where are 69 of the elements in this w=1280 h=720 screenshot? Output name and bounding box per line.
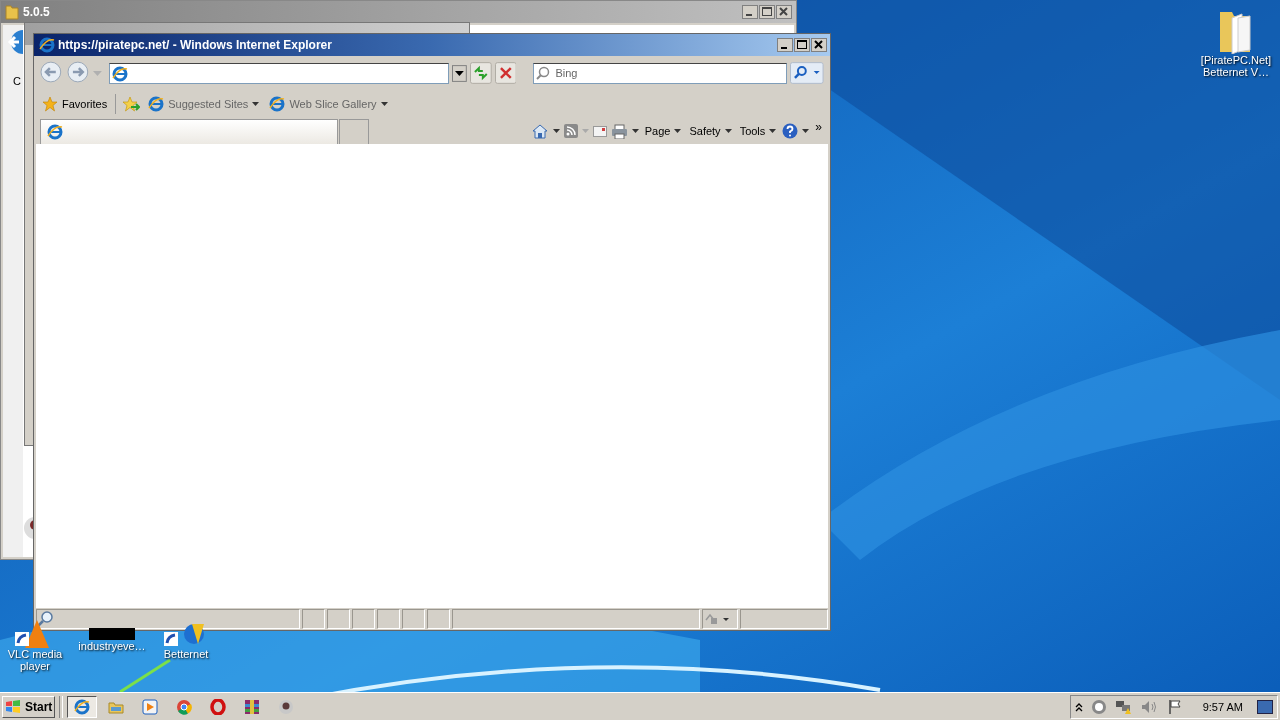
ie-icon — [74, 698, 91, 715]
show-desktop-icon[interactable] — [1257, 699, 1273, 714]
mail-icon[interactable] — [592, 125, 607, 137]
page-icon — [112, 65, 129, 82]
ring-icon — [210, 698, 227, 715]
status-cell — [427, 609, 450, 629]
help-icon[interactable] — [782, 123, 799, 139]
desktop-icon-label[interactable]: [PiratePC.Net] Betternet V… — [1200, 54, 1272, 78]
maximize-icon[interactable] — [794, 38, 810, 52]
window-title: 5.0.5 — [23, 5, 50, 19]
address-field[interactable] — [109, 62, 450, 84]
thumbnail-icon — [89, 628, 135, 640]
close-icon[interactable] — [811, 38, 827, 52]
security-icon[interactable] — [705, 612, 731, 626]
add-favorite-icon[interactable] — [122, 96, 141, 112]
caret-icon — [674, 129, 682, 133]
sidebar-text: C — [12, 75, 21, 87]
flag-icon[interactable] — [1166, 698, 1183, 715]
ie-icon — [47, 124, 63, 140]
feed-icon[interactable] — [563, 124, 578, 138]
circle-icon[interactable] — [1090, 698, 1107, 715]
stop-icon[interactable] — [494, 62, 517, 84]
back-icon[interactable] — [40, 61, 64, 85]
status-cell — [402, 609, 425, 629]
caret-icon — [552, 129, 560, 133]
home-icon[interactable] — [530, 123, 549, 139]
browser-tab[interactable] — [40, 119, 338, 144]
search-icon — [536, 65, 551, 80]
page-icon — [269, 96, 286, 112]
page-icon — [148, 96, 165, 112]
taskbar-button[interactable] — [67, 695, 98, 718]
caret-icon — [802, 129, 810, 133]
caret-icon — [631, 129, 639, 133]
chrome-icon — [176, 698, 193, 715]
caret-icon — [724, 129, 732, 133]
window-title: https://piratepc.net/ - Windows Internet Explorer — [58, 38, 332, 52]
archive-icon — [244, 698, 261, 715]
status-cell — [352, 609, 375, 629]
status-cell — [302, 609, 325, 629]
app-icon — [278, 698, 295, 715]
ie-icon — [39, 37, 55, 53]
caret-icon — [252, 102, 260, 106]
menu-button[interactable]: Page — [642, 123, 684, 139]
favorites-link[interactable]: Web Slice Gallery — [267, 94, 390, 114]
status-cell — [377, 609, 400, 629]
network-icon[interactable] — [1114, 698, 1133, 715]
minimize-icon[interactable] — [777, 38, 793, 52]
star-icon — [42, 96, 58, 112]
windows-logo-icon — [5, 698, 21, 715]
menu-button[interactable]: Tools — [737, 123, 779, 139]
folder-icon — [5, 4, 19, 20]
forward-icon[interactable] — [66, 61, 91, 85]
status-cell — [327, 609, 350, 629]
zoom-icon — [37, 611, 53, 627]
favorites-button[interactable]: Favorites — [40, 94, 110, 114]
clock[interactable]: 9:57 AM — [1202, 700, 1243, 713]
caret-icon — [581, 129, 589, 133]
search-icon[interactable] — [790, 62, 824, 84]
print-icon[interactable] — [610, 123, 628, 139]
menu-button[interactable]: Safety — [687, 123, 734, 139]
start-button[interactable]: Start — [2, 695, 56, 718]
caret-icon — [769, 129, 777, 133]
favorites-link[interactable]: Suggested Sites — [146, 94, 262, 114]
dropdown-icon[interactable] — [452, 64, 468, 82]
search-field[interactable]: Bing — [533, 62, 788, 84]
chevron-up-icon[interactable] — [1074, 701, 1083, 712]
caret-icon — [380, 102, 388, 106]
play-icon — [142, 698, 159, 715]
more-button[interactable]: » — [813, 118, 824, 136]
